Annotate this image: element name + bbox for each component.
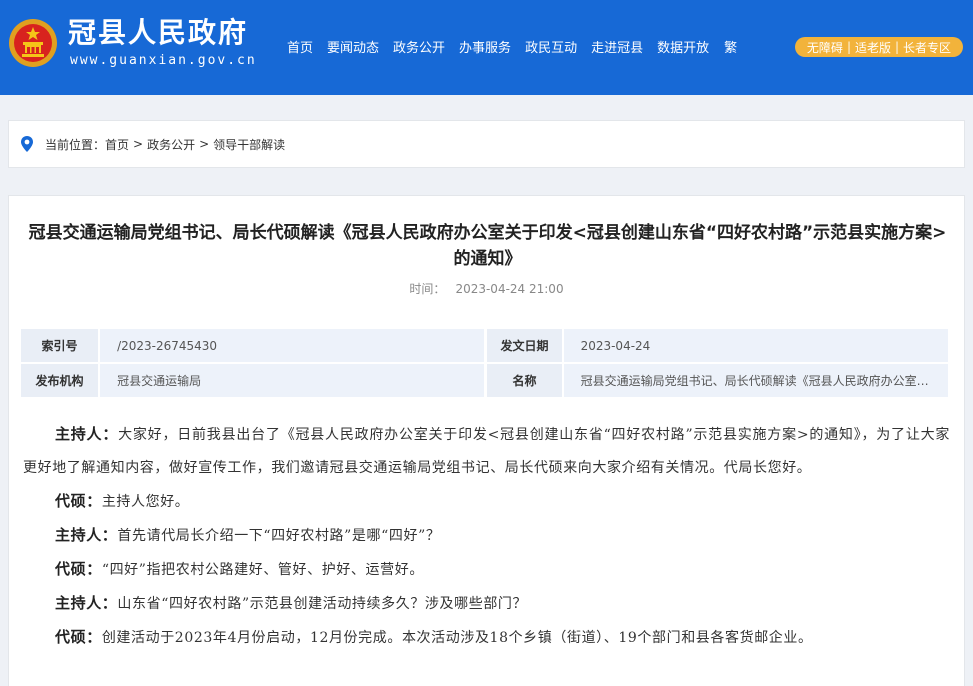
main-nav: 首页 要闻动态 政务公开 办事服务 政民互动 走进冠县 数据开放 繁 <box>280 37 744 56</box>
paragraph-text: 大家好，日前我县出台了《冠县人民政府办公室关于印发<冠县创建山东省“四好农村路”… <box>23 427 950 476</box>
time-label: 时间： <box>409 282 446 296</box>
site-header: 冠县人民政府 www.guanxian.gov.cn 首页 要闻动态 政务公开 … <box>0 0 973 95</box>
speaker-label: 主持人： <box>55 425 119 443</box>
elderly-mode-link[interactable]: 适老版 <box>851 39 895 56</box>
breadcrumb-label: 当前位置： <box>45 137 106 152</box>
paragraph: 代硕：主持人您好。 <box>23 485 950 519</box>
nav-gov-affairs[interactable]: 政务公开 <box>386 37 452 56</box>
site-name[interactable]: 冠县人民政府 <box>68 16 248 50</box>
publisher-label: 发布机构 <box>21 364 99 397</box>
breadcrumb-leader-interpretation[interactable]: 领导干部解读 <box>213 136 285 153</box>
paragraph-text: 山东省“四好农村路”示范县创建活动持续多久？涉及哪些部门？ <box>117 596 528 612</box>
accessibility-separator: | <box>895 40 900 54</box>
breadcrumb-gov-affairs[interactable]: 政务公开 <box>147 136 195 153</box>
issue-date-label: 发文日期 <box>484 329 562 362</box>
doc-name-label: 名称 <box>484 364 562 397</box>
breadcrumb: 当前位置： 首页 > 政务公开 > 领导干部解读 <box>8 120 965 168</box>
national-emblem-icon[interactable] <box>8 18 58 68</box>
breadcrumb-separator: > <box>133 137 144 151</box>
speaker-label: 主持人： <box>55 594 118 612</box>
accessibility-group: 无障碍 | 适老版 | 长者专区 <box>795 37 963 57</box>
info-row: 发布机构 冠县交通运输局 名称 冠县交通运输局党组书记、局长代硕解读《冠县人民政… <box>21 364 948 397</box>
speaker-label: 主持人： <box>55 526 118 544</box>
article-time: 时间： 2023-04-24 21:00 <box>9 280 964 297</box>
doc-name-text: 冠县交通运输局党组书记、局长代硕解读《冠县人民政府办公室关于印发<冠县创建山东省… <box>580 374 931 388</box>
site-url: www.guanxian.gov.cn <box>70 53 257 68</box>
breadcrumb-home[interactable]: 首页 <box>105 136 129 153</box>
info-row: 索引号 /2023-26745430 发文日期 2023-04-24 <box>21 329 948 362</box>
paragraph-text: 首先请代局长介绍一下“四好农村路”是哪“四好”？ <box>117 528 441 544</box>
doc-name-value: 冠县交通运输局党组书记、局长代硕解读《冠县人民政府办公室关于印发<冠县创建山东省… <box>561 364 948 397</box>
article-title: 冠县交通运输局党组书记、局长代硕解读《冠县人民政府办公室关于印发<冠县创建山东省… <box>28 223 947 269</box>
speaker-label: 代硕： <box>55 560 102 578</box>
paragraph-text: 创建活动于2023年4月份启动，12月份完成。本次活动涉及18个乡镇（街道）、1… <box>101 630 813 646</box>
accessibility-separator: | <box>846 40 851 54</box>
speaker-label: 代硕： <box>55 628 102 646</box>
paragraph-text: “四好”指把农村公路建好、管好、护好、运营好。 <box>101 562 424 578</box>
paragraph: 主持人：山东省“四好农村路”示范县创建活动持续多久？涉及哪些部门？ <box>23 587 950 621</box>
nav-open-data[interactable]: 数据开放 <box>650 37 716 56</box>
breadcrumb-separator: > <box>199 137 210 151</box>
nav-about-county[interactable]: 走进冠县 <box>584 37 650 56</box>
article-body: 主持人：大家好，日前我县出台了《冠县人民政府办公室关于印发<冠县创建山东省“四好… <box>23 418 950 655</box>
nav-home[interactable]: 首页 <box>280 37 320 56</box>
paragraph-text: 主持人您好。 <box>101 494 190 510</box>
paragraph: 代硕：“四好”指把农村公路建好、管好、护好、运营好。 <box>23 553 950 587</box>
issue-date-value: 2023-04-24 <box>561 329 948 362</box>
paragraph: 主持人：大家好，日前我县出台了《冠县人民政府办公室关于印发<冠县创建山东省“四好… <box>23 418 950 485</box>
nav-news[interactable]: 要闻动态 <box>320 37 386 56</box>
document-info-table: 索引号 /2023-26745430 发文日期 2023-04-24 发布机构 … <box>21 327 948 399</box>
location-pin-icon <box>21 136 33 152</box>
paragraph: 代硕：创建活动于2023年4月份启动，12月份完成。本次活动涉及18个乡镇（街道… <box>23 621 950 655</box>
time-value: 2023-04-24 21:00 <box>455 282 564 296</box>
nav-services[interactable]: 办事服务 <box>452 37 518 56</box>
index-number-value: /2023-26745430 <box>98 329 485 362</box>
speaker-label: 代硕： <box>55 492 102 510</box>
index-number-label: 索引号 <box>21 329 99 362</box>
article-card: 冠县交通运输局党组书记、局长代硕解读《冠县人民政府办公室关于印发<冠县创建山东省… <box>8 195 965 686</box>
publisher-value: 冠县交通运输局 <box>98 364 485 397</box>
accessibility-link[interactable]: 无障碍 <box>803 39 847 56</box>
paragraph: 主持人：首先请代局长介绍一下“四好农村路”是哪“四好”？ <box>23 519 950 553</box>
senior-zone-link[interactable]: 长者专区 <box>899 39 955 56</box>
nav-interaction[interactable]: 政民互动 <box>518 37 584 56</box>
traditional-chinese-toggle[interactable]: 繁 <box>716 37 744 56</box>
